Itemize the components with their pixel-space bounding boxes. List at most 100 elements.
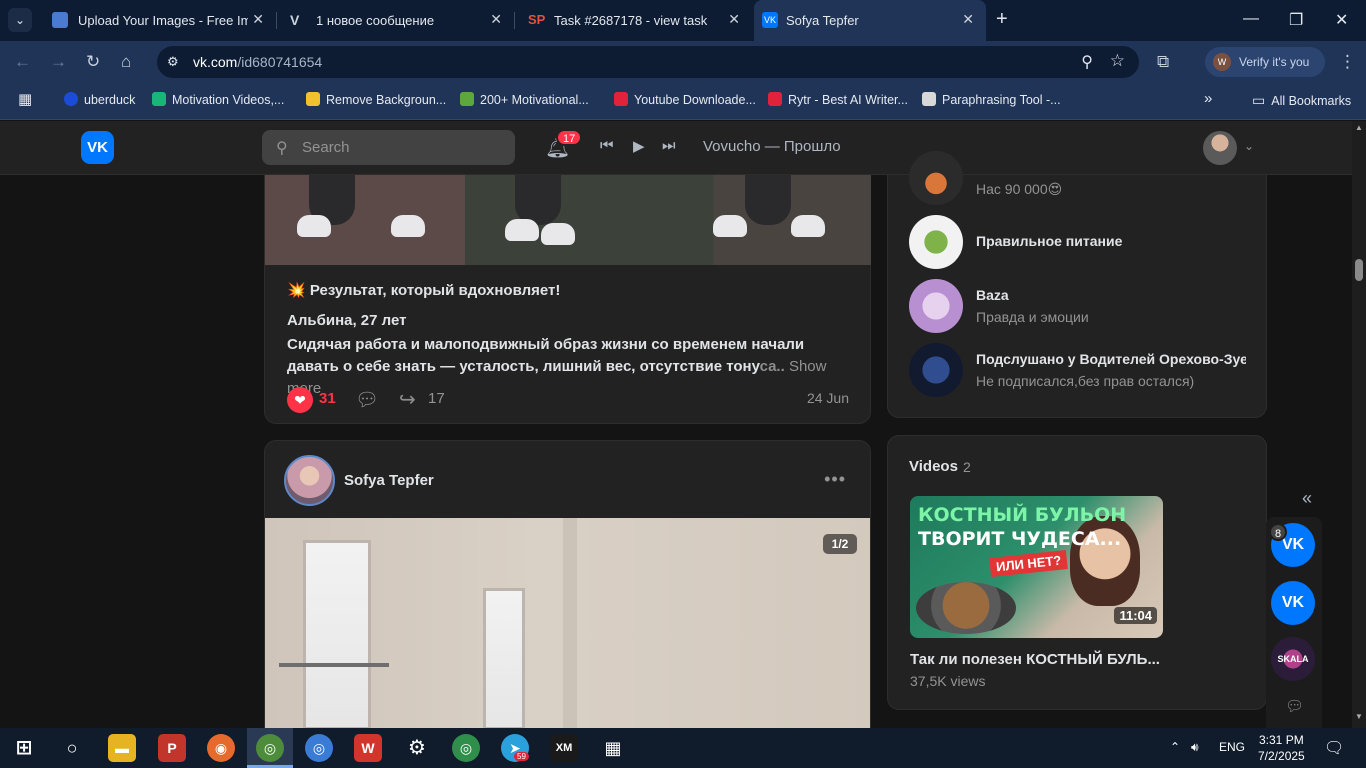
bookmark-rytr[interactable]: Rytr - Best AI Writer... xyxy=(768,92,908,107)
back-icon[interactable]: ← xyxy=(14,52,31,72)
next-track-icon[interactable]: ⏭︎ xyxy=(662,137,676,154)
video-thumbnail[interactable]: КОСТНЫЙ БУЛЬОН ТВОРИТ ЧУДЕСА... ИЛИ НЕТ?… xyxy=(910,496,1163,638)
zoom-icon[interactable]: ⚲ xyxy=(1081,52,1093,72)
close-tab-icon[interactable]: ✕ xyxy=(962,11,974,28)
bookmark-youtube-downloader[interactable]: Youtube Downloade... xyxy=(614,92,756,107)
bookmark-uberduck[interactable]: uberduck xyxy=(64,92,135,107)
forward-icon[interactable]: → xyxy=(50,52,67,72)
bookmark-star-icon[interactable]: ☆ xyxy=(1110,51,1125,71)
minimize-icon[interactable]: — xyxy=(1243,10,1259,28)
wps-office-icon[interactable]: W xyxy=(354,734,382,762)
like-heart-icon[interactable]: ❤ xyxy=(287,387,313,413)
bookmark-remove-background[interactable]: Remove Backgroun... xyxy=(306,92,446,107)
post-date[interactable]: 24 Jun xyxy=(807,390,849,406)
settings-gear-icon[interactable]: ⚙ xyxy=(403,734,431,762)
videos-widget: Videos 2 КОСТНЫЙ БУЛЬОН ТВОРИТ ЧУДЕСА...… xyxy=(887,435,1267,710)
vk-search-input[interactable]: ⚲ Search xyxy=(262,130,515,165)
tab-upload-images[interactable]: Upload Your Images - Free Imag ✕ xyxy=(38,0,277,41)
home-icon[interactable]: ⌂ xyxy=(121,52,131,72)
dock-unread-badge: 8 xyxy=(1269,523,1287,541)
windows-start-icon[interactable]: ⊞ xyxy=(10,734,38,762)
collapse-chats-icon[interactable]: « xyxy=(1302,488,1312,509)
bookmark-label: Remove Backgroun... xyxy=(326,93,447,107)
close-tab-icon[interactable]: ✕ xyxy=(728,11,740,28)
language-indicator[interactable]: ENG xyxy=(1219,740,1245,754)
shopify-icon xyxy=(460,92,474,106)
address-bar[interactable]: ⚙ vk.com/id680741654 ⚲ ☆ xyxy=(157,46,1139,78)
tray-overflow-icon[interactable]: ⌃ xyxy=(1170,740,1180,754)
close-tab-icon[interactable]: ✕ xyxy=(252,11,264,28)
post-author-name[interactable]: Sofya Tepfer xyxy=(344,472,434,489)
p-app-icon[interactable]: P xyxy=(158,734,186,762)
tab-new-message[interactable]: V 1 новое сообщение ✕ xyxy=(276,0,515,41)
post-photo[interactable]: 1/2 xyxy=(265,518,870,728)
extensions-icon[interactable]: ⧉ xyxy=(1157,52,1169,72)
tab-sofya-tepfer[interactable]: VK Sofya Tepfer ✕ xyxy=(754,0,986,41)
chat-bubble-icon[interactable]: 💬︎ xyxy=(1285,697,1304,715)
page-scrollbar[interactable]: ▲ ▼ xyxy=(1352,121,1366,728)
play-icon[interactable]: ▶︎ xyxy=(633,137,645,155)
videos-count: 2 xyxy=(963,459,971,475)
system-clock[interactable]: 3:31 PM 7/2/2025 xyxy=(1258,732,1305,764)
vk-logo[interactable]: VK xyxy=(81,131,114,164)
apps-grid-icon[interactable]: ▦ xyxy=(18,90,32,108)
search-icon: ⚲ xyxy=(276,140,288,157)
profile-verify-button[interactable]: W Verify it's you xyxy=(1205,47,1325,77)
now-playing-track[interactable]: Vovucho — Прошло xyxy=(703,138,841,155)
calculator-icon[interactable]: ▦ xyxy=(599,734,627,762)
share-icon[interactable]: ↪ xyxy=(399,387,416,412)
previous-track-icon[interactable]: ⏮︎ xyxy=(600,137,614,154)
all-bookmarks-button[interactable]: ▭ All Bookmarks xyxy=(1252,92,1351,109)
bookmark-motivational[interactable]: 200+ Motivational... xyxy=(460,92,589,107)
chrome-icon[interactable]: ◎ xyxy=(305,734,333,762)
tab-search-icon[interactable]: ⌄ xyxy=(8,8,32,32)
scroll-up-arrow-icon[interactable]: ▲ xyxy=(1355,123,1363,132)
volume-icon[interactable]: 🔊︎ xyxy=(1191,740,1199,755)
group-name: Правильное питание xyxy=(976,233,1123,249)
url-text[interactable]: vk.com/id680741654 xyxy=(193,54,322,70)
wall-post: 💥 Результат, который вдохновляет! Альбин… xyxy=(264,175,871,424)
post-author-avatar[interactable] xyxy=(284,455,335,506)
group-item[interactable]: Baza Правда и эмоции xyxy=(909,279,1249,333)
bookmark-paraphrasing-tool[interactable]: Paraphrasing Tool -... xyxy=(922,92,1061,107)
group-avatar xyxy=(909,215,963,269)
video-title[interactable]: Так ли полезен КОСТНЫЙ БУЛЬ... xyxy=(910,651,1160,668)
close-tab-icon[interactable]: ✕ xyxy=(490,11,502,28)
site-info-icon[interactable]: ⚙ xyxy=(167,54,179,70)
dock-chat-skala[interactable]: SKALA xyxy=(1271,637,1315,681)
firefox-icon[interactable]: ◉ xyxy=(207,734,235,762)
post-photo[interactable] xyxy=(265,175,871,265)
close-window-icon[interactable]: ✕ xyxy=(1335,10,1348,30)
file-explorer-icon[interactable]: ▬ xyxy=(108,734,136,762)
dock-chat-vk[interactable]: VK xyxy=(1271,581,1315,625)
group-avatar xyxy=(909,343,963,397)
thumbnail-text-line2: ТВОРИТ ЧУДЕСА... xyxy=(918,528,1122,550)
video-views: 37,5K views xyxy=(910,673,986,689)
reload-icon[interactable]: ↻ xyxy=(86,52,100,72)
xm-icon[interactable]: XM xyxy=(550,734,578,762)
notification-center-icon[interactable]: 🗨︎ xyxy=(1324,738,1344,758)
scroll-down-arrow-icon[interactable]: ▼ xyxy=(1355,712,1363,721)
chrome-profile-icon[interactable]: ◎ xyxy=(256,734,284,762)
more-options-icon[interactable]: ••• xyxy=(824,469,846,490)
chrome-alt-icon[interactable]: ◎ xyxy=(452,734,480,762)
menu-kebab-icon[interactable]: ⋮ xyxy=(1339,52,1356,72)
group-item[interactable]: Нас 90 000😍 xyxy=(909,151,1249,205)
v-icon: V xyxy=(290,12,300,28)
group-item[interactable]: Подслушано у Водителей Орехово-Зуе... Не… xyxy=(909,343,1249,397)
browser-tab-strip: ⌄ Upload Your Images - Free Imag ✕ V 1 н… xyxy=(0,0,1366,41)
more-bookmarks-icon[interactable]: » xyxy=(1204,90,1212,107)
videos-title[interactable]: Videos xyxy=(909,458,958,475)
search-circle-icon[interactable]: ○ xyxy=(58,734,86,762)
photo-counter: 1/2 xyxy=(823,534,857,554)
bookmark-label: 200+ Motivational... xyxy=(480,93,589,107)
bookmark-motivation-videos[interactable]: Motivation Videos,... xyxy=(152,92,284,107)
tab-title: Task #2687178 - view task xyxy=(554,13,708,28)
comment-icon[interactable]: 💬︎ xyxy=(355,388,379,412)
new-tab-icon[interactable]: + xyxy=(996,8,1008,31)
bookmark-label: Rytr - Best AI Writer... xyxy=(788,93,908,107)
tab-task[interactable]: SP Task #2687178 - view task ✕ xyxy=(514,0,752,41)
maximize-icon[interactable]: ❐ xyxy=(1289,10,1303,30)
group-item[interactable]: Правильное питание xyxy=(909,215,1249,269)
scrollbar-thumb[interactable] xyxy=(1355,259,1363,281)
